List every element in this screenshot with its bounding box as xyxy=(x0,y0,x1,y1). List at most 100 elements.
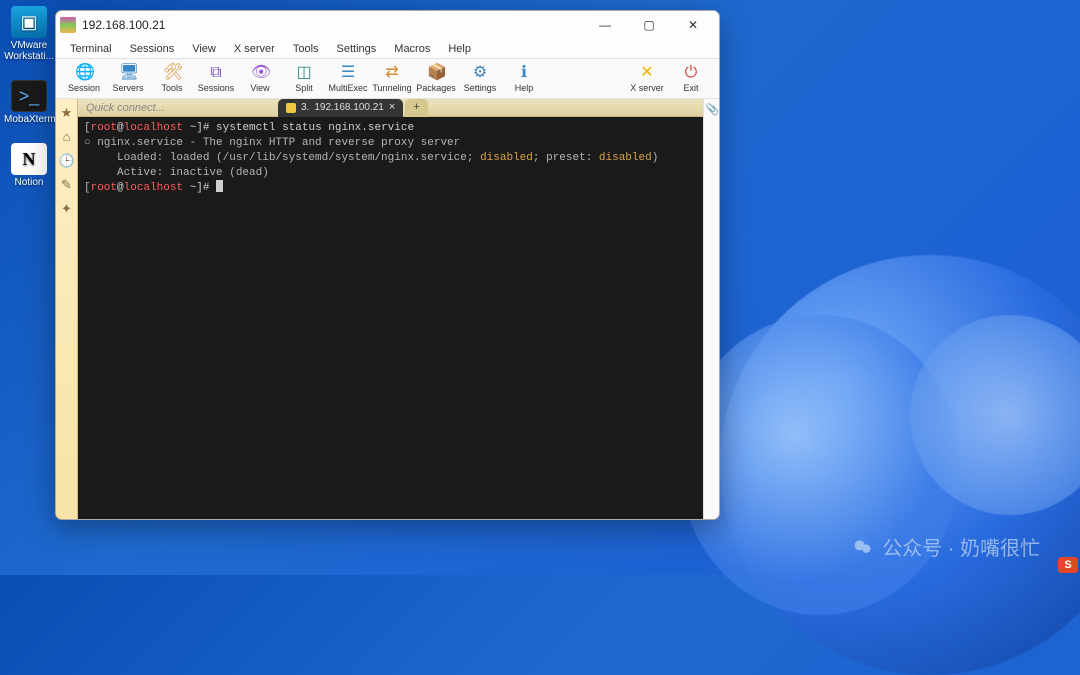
settings-button-icon: ⚙ xyxy=(471,64,489,82)
toolbar: 🌐Session🖥Servers🛠Tools⧉Sessions👁View◫Spl… xyxy=(56,59,719,99)
window-title: 192.168.100.21 xyxy=(82,18,165,32)
toolbar-label: Split xyxy=(295,83,313,93)
tools-button[interactable]: 🛠Tools xyxy=(150,61,194,97)
tunneling-button[interactable]: ⇄Tunneling xyxy=(370,61,414,97)
menu-macros[interactable]: Macros xyxy=(386,42,438,56)
minimize-button[interactable]: — xyxy=(583,12,627,38)
sidebar-icon-4[interactable]: ✦ xyxy=(59,201,75,217)
prompt-user-2: root xyxy=(91,182,117,194)
menu-view[interactable]: View xyxy=(184,42,224,56)
prompt-host-2: localhost xyxy=(124,182,183,194)
vmware-icon: ▣ xyxy=(11,6,47,38)
ime-badge[interactable]: S xyxy=(1058,557,1078,573)
exit-button[interactable]: ⏻Exit xyxy=(669,61,713,97)
prompt-at-2: @ xyxy=(117,182,124,194)
desktop-icon-vmware[interactable]: ▣ VMware Workstati... xyxy=(4,6,54,62)
app-window: 192.168.100.21 — ▢ ✕ Terminal Sessions V… xyxy=(55,10,720,520)
desktop-icons: ▣ VMware Workstati... >_ MobaXterm N Not… xyxy=(4,6,54,188)
terminal[interactable]: [root@localhost ~]# systemctl status ngi… xyxy=(78,117,703,519)
view-button[interactable]: 👁View xyxy=(238,61,282,97)
prompt-user: root xyxy=(91,122,117,134)
tab-close-icon[interactable]: × xyxy=(389,102,395,113)
menu-tools[interactable]: Tools xyxy=(285,42,327,56)
servers-button[interactable]: 🖥Servers xyxy=(106,61,150,97)
sessions-button[interactable]: ⧉Sessions xyxy=(194,61,238,97)
multiexec-button-icon: ☰ xyxy=(339,64,357,82)
watermark-text: 公众号 · 奶嘴很忙 xyxy=(882,532,1040,561)
toolbar-label: Exit xyxy=(683,83,698,93)
help-button-icon: ℹ xyxy=(515,64,533,82)
settings-button[interactable]: ⚙Settings xyxy=(458,61,502,97)
toolbar-label: Tools xyxy=(161,83,182,93)
titlebar[interactable]: 192.168.100.21 — ▢ ✕ xyxy=(56,11,719,39)
desktop-icon-notion[interactable]: N Notion xyxy=(4,143,54,188)
toolbar-label: Session xyxy=(68,83,100,93)
service-bullet: ○ xyxy=(84,137,97,149)
split-button[interactable]: ◫Split xyxy=(282,61,326,97)
menu-sessions[interactable]: Sessions xyxy=(122,42,183,56)
menu-settings[interactable]: Settings xyxy=(329,42,385,56)
sidebar-icon-3[interactable]: ✎ xyxy=(59,177,75,193)
packages-button-icon: 📦 xyxy=(427,64,445,82)
desktop-icon-label: VMware Workstati... xyxy=(4,40,54,62)
toolbar-label: MultiExec xyxy=(328,83,367,93)
quickbar: Quick connect... 3. 192.168.100.21 × + xyxy=(78,99,703,117)
disabled-1: disabled xyxy=(480,152,533,164)
maximize-button[interactable]: ▢ xyxy=(627,12,671,38)
sidebar-icon-2[interactable]: 🕒 xyxy=(59,153,75,169)
exit-button-icon: ⏻ xyxy=(682,64,700,82)
loaded-mid: ; preset: xyxy=(533,152,599,164)
session-button-icon: 🌐 xyxy=(75,64,93,82)
sidebar-icon-0[interactable]: ★ xyxy=(59,105,75,121)
paperclip-icon[interactable]: 📎 xyxy=(706,103,718,115)
xserver-button[interactable]: ✕X server xyxy=(625,61,669,97)
plus-icon: + xyxy=(413,102,419,113)
desktop-icon-label: MobaXterm xyxy=(4,114,54,125)
tools-button-icon: 🛠 xyxy=(163,64,181,82)
sessions-button-icon: ⧉ xyxy=(207,64,225,82)
tab-index: 3. xyxy=(301,102,309,113)
xserver-button-icon: ✕ xyxy=(638,64,656,82)
menubar: Terminal Sessions View X server Tools Se… xyxy=(56,39,719,59)
quick-connect-input[interactable]: Quick connect... xyxy=(78,102,278,114)
tab-title: 192.168.100.21 xyxy=(314,102,384,113)
tab-icon xyxy=(286,103,296,113)
prompt-path-2: ~]# xyxy=(183,182,209,194)
cursor xyxy=(216,180,223,192)
session-button[interactable]: 🌐Session xyxy=(62,61,106,97)
sidebar: ★ ⌂ 🕒 ✎ ✦ xyxy=(56,99,78,519)
disabled-2: disabled xyxy=(599,152,652,164)
sidebar-icon-1[interactable]: ⌂ xyxy=(59,129,75,145)
toolbar-label: Settings xyxy=(464,83,497,93)
notion-icon: N xyxy=(11,143,47,175)
prompt-at: @ xyxy=(117,122,124,134)
desktop-icon-mobaxterm[interactable]: >_ MobaXterm xyxy=(4,80,54,125)
terminal-command: systemctl status nginx.service xyxy=(209,122,414,134)
packages-button[interactable]: 📦Packages xyxy=(414,61,458,97)
toolbar-label: Servers xyxy=(112,83,143,93)
toolbar-label: Help xyxy=(515,83,534,93)
close-button[interactable]: ✕ xyxy=(671,12,715,38)
tab-session-active[interactable]: 3. 192.168.100.21 × xyxy=(278,99,403,117)
split-button-icon: ◫ xyxy=(295,64,313,82)
toolbar-label: View xyxy=(250,83,269,93)
multiexec-button[interactable]: ☰MultiExec xyxy=(326,61,370,97)
tunneling-button-icon: ⇄ xyxy=(383,64,401,82)
prompt-host: localhost xyxy=(124,122,183,134)
tab-new[interactable]: + xyxy=(405,99,427,117)
menu-xserver[interactable]: X server xyxy=(226,42,283,56)
toolbar-label: Sessions xyxy=(198,83,235,93)
toolbar-label: Packages xyxy=(416,83,456,93)
menu-help[interactable]: Help xyxy=(440,42,479,56)
mobaxterm-icon: >_ xyxy=(11,80,47,112)
active-line: Active: inactive (dead) xyxy=(84,167,269,179)
help-button[interactable]: ℹHelp xyxy=(502,61,546,97)
toolbar-label: X server xyxy=(630,83,664,93)
right-strip: 📎 xyxy=(703,99,719,519)
prompt-path: ~]# xyxy=(183,122,209,134)
view-button-icon: 👁 xyxy=(251,64,269,82)
watermark: 公众号 · 奶嘴很忙 xyxy=(852,532,1040,561)
service-desc: nginx.service - The nginx HTTP and rever… xyxy=(97,137,460,149)
menu-terminal[interactable]: Terminal xyxy=(62,42,120,56)
wechat-icon xyxy=(852,536,874,558)
